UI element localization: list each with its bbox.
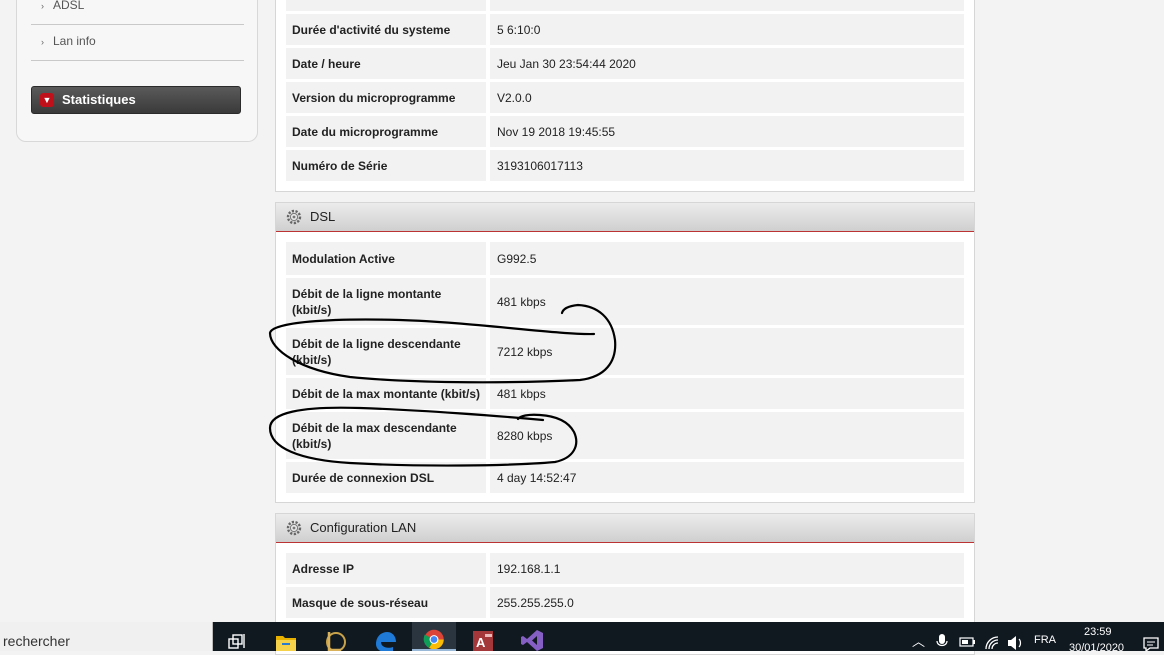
row-value: 3193106017113 bbox=[490, 150, 964, 181]
svg-text:A: A bbox=[476, 635, 486, 650]
sidebar-item-adsl[interactable]: › ADSL bbox=[41, 0, 84, 15]
panel-title: DSL bbox=[310, 209, 336, 224]
row-value: Jeu Jan 30 23:54:44 2020 bbox=[490, 48, 964, 79]
row-value: 481 kbps bbox=[490, 378, 964, 409]
table-row: Date du microprogramme Nov 19 2018 19:45… bbox=[286, 116, 964, 147]
table-row: Durée d'activité du systeme 5 6:10:0 bbox=[286, 14, 964, 45]
file-explorer-icon[interactable] bbox=[273, 626, 299, 651]
row-label: Version du microprogramme bbox=[286, 82, 486, 113]
row-value: 8280 kbps bbox=[490, 412, 964, 459]
row-label: Durée d'activité du systeme bbox=[286, 14, 486, 45]
notifications-icon[interactable] bbox=[1140, 626, 1162, 653]
table-row: Version du microprogramme V2.0.0 bbox=[286, 82, 964, 113]
row-label: Masque de sous-réseau bbox=[286, 587, 486, 618]
divider bbox=[31, 60, 244, 61]
row-value: 255.255.255.0 bbox=[490, 587, 964, 618]
statistiques-section-button[interactable]: ▼ Statistiques bbox=[31, 86, 241, 114]
table-row: Durée de connexion DSL 4 day 14:52:47 bbox=[286, 462, 964, 493]
table-row: Adresse IP 192.168.1.1 bbox=[286, 553, 964, 584]
chevron-right-icon: › bbox=[41, 1, 44, 11]
table-row: Masque de sous-réseau 255.255.255.0 bbox=[286, 587, 964, 618]
table-row: Date / heure Jeu Jan 30 23:54:44 2020 bbox=[286, 48, 964, 79]
row-label: Adresse IP bbox=[286, 553, 486, 584]
row-label: Modulation Active bbox=[286, 242, 486, 275]
row-label: Durée de connexion DSL bbox=[286, 462, 486, 493]
sidebar-nav: › ADSL › Lan info ▼ Statistiques bbox=[16, 0, 258, 142]
league-of-legends-icon[interactable] bbox=[322, 626, 348, 652]
table-row bbox=[286, 0, 964, 11]
sidebar-item-label: ADSL bbox=[53, 0, 85, 12]
battery-icon[interactable] bbox=[957, 626, 977, 651]
table-row: Débit de la max montante (kbit/s) 481 kb… bbox=[286, 378, 964, 409]
row-value: 7212 kbps bbox=[490, 328, 964, 375]
table-row: Modulation Active G992.5 bbox=[286, 242, 964, 275]
visual-studio-icon[interactable] bbox=[519, 626, 545, 651]
clock-time[interactable]: 23:59 bbox=[1084, 626, 1112, 638]
panel-header: DSL bbox=[276, 203, 974, 232]
gear-icon bbox=[286, 209, 302, 225]
row-label: Date / heure bbox=[286, 48, 486, 79]
row-value: G992.5 bbox=[490, 242, 964, 275]
row-label: Numéro de Série bbox=[286, 150, 486, 181]
panel-title: Configuration LAN bbox=[310, 520, 417, 535]
chevron-up-icon[interactable]: ︿ bbox=[912, 631, 925, 650]
row-value: 5 6:10:0 bbox=[490, 14, 964, 45]
row-label: Débit de la max montante (kbit/s) bbox=[286, 378, 486, 409]
row-value: V2.0.0 bbox=[490, 82, 964, 113]
chevron-down-icon: ▼ bbox=[40, 93, 54, 107]
row-value: 192.168.1.1 bbox=[490, 553, 964, 584]
table-row: Débit de la max descendante (kbit/s) 828… bbox=[286, 412, 964, 459]
row-value: Nov 19 2018 19:45:55 bbox=[490, 116, 964, 147]
table-row: Débit de la ligne montante (kbit/s) 481 … bbox=[286, 278, 964, 325]
row-label: Débit de la ligne montante (kbit/s) bbox=[286, 278, 486, 325]
microphone-icon[interactable] bbox=[935, 626, 949, 651]
search-placeholder: rechercher bbox=[3, 633, 70, 649]
row-value: 4 day 14:52:47 bbox=[490, 462, 964, 493]
table-row: Débit de la ligne descendante (kbit/s) 7… bbox=[286, 328, 964, 375]
edge-icon[interactable] bbox=[372, 626, 398, 653]
sidebar-item-label: Lan info bbox=[53, 34, 96, 48]
row-label: Débit de la max descendante (kbit/s) bbox=[286, 412, 486, 459]
wifi-icon[interactable] bbox=[983, 626, 1003, 651]
sidebar-item-lan-info[interactable]: › Lan info bbox=[41, 31, 96, 51]
chrome-taskbar-button[interactable] bbox=[412, 622, 456, 651]
row-label: Débit de la ligne descendante (kbit/s) bbox=[286, 328, 486, 375]
taskbar-search-box[interactable]: rechercher bbox=[0, 622, 213, 651]
clock-date[interactable]: 30/01/2020 bbox=[1069, 642, 1124, 654]
task-view-icon[interactable] bbox=[224, 626, 250, 651]
row-value: 481 kbps bbox=[490, 278, 964, 325]
table-row: Numéro de Série 3193106017113 bbox=[286, 150, 964, 181]
chevron-right-icon: › bbox=[41, 37, 44, 47]
gear-icon bbox=[286, 520, 302, 536]
language-indicator[interactable]: FRA bbox=[1034, 634, 1056, 646]
volume-icon[interactable] bbox=[1005, 626, 1025, 651]
statistiques-label: Statistiques bbox=[62, 92, 136, 107]
panel-header: Configuration LAN bbox=[276, 514, 974, 543]
divider bbox=[31, 24, 244, 25]
system-info-panel: Durée d'activité du systeme 5 6:10:0 Dat… bbox=[275, 0, 975, 192]
access-icon[interactable]: A bbox=[470, 626, 496, 651]
chrome-icon bbox=[423, 629, 444, 650]
row-label: Date du microprogramme bbox=[286, 116, 486, 147]
windows-taskbar: rechercher A ︿ FRA 23:59 30/01/2020 bbox=[0, 622, 1164, 654]
dsl-panel: DSL Modulation Active G992.5 Débit de la… bbox=[275, 202, 975, 503]
